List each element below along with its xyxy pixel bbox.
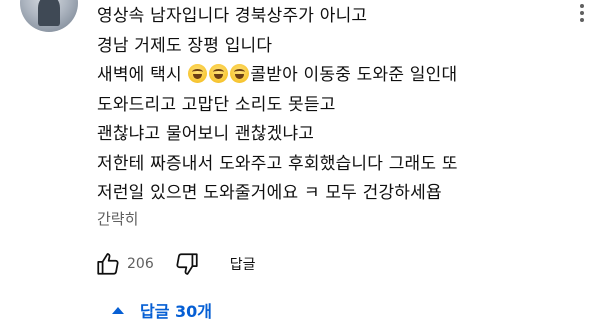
menu-dot — [580, 3, 584, 8]
comment-line-part: 새벽에 택시 — [97, 65, 182, 85]
dislike-button[interactable] — [172, 250, 202, 278]
show-less-link[interactable]: 간략히 — [97, 208, 138, 229]
comment-line: 괜찮냐고 물어보니 괜찮겠냐고 — [97, 124, 315, 144]
comment-line: 저런일 있으면 도와줄거에요 ㅋ 모두 건강하세욥 — [97, 183, 442, 203]
grinning-emoji-icon — [209, 64, 229, 83]
comment-actions: 206 답글 — [93, 250, 256, 278]
reply-button[interactable]: 답글 — [230, 254, 256, 274]
comment-line: 도와드리고 고맙단 소리도 못듣고 — [97, 94, 336, 115]
menu-dot — [580, 10, 584, 15]
avatar[interactable] — [20, 0, 78, 32]
comment-line-part: 콜받아 이동중 도와준 일인대 — [250, 65, 458, 85]
replies-toggle[interactable]: 답글 30개 — [112, 296, 212, 324]
thumbs-up-icon — [97, 253, 119, 275]
avatar-figure — [38, 0, 60, 26]
caret-up-icon — [112, 306, 124, 314]
menu-dot — [580, 18, 584, 23]
comment-line: 영상속 남자입니다 경북상주가 아니고 — [97, 6, 368, 26]
comment-text: 영상속 남자입니다 경북상주가 아니고 경남 거제도 장평 입니다 새벽에 택시… — [97, 2, 567, 209]
like-count: 206 — [127, 256, 154, 272]
more-vert-icon[interactable] — [574, 2, 590, 24]
replies-count-label: 답글 30개 — [140, 302, 212, 321]
comment-line: 경남 거제도 장평 입니다 — [97, 35, 273, 56]
grinning-emoji-icon — [188, 64, 208, 83]
thumbs-down-icon — [176, 253, 198, 275]
like-button[interactable] — [93, 250, 123, 278]
comment-line: 새벽에 택시 콜받아 이동중 도와준 일인대 — [97, 61, 567, 91]
comment-line: 저한테 짜증내서 도와주고 후회했습니다 그래도 또 — [97, 153, 458, 174]
grinning-emoji-icon — [230, 64, 250, 83]
